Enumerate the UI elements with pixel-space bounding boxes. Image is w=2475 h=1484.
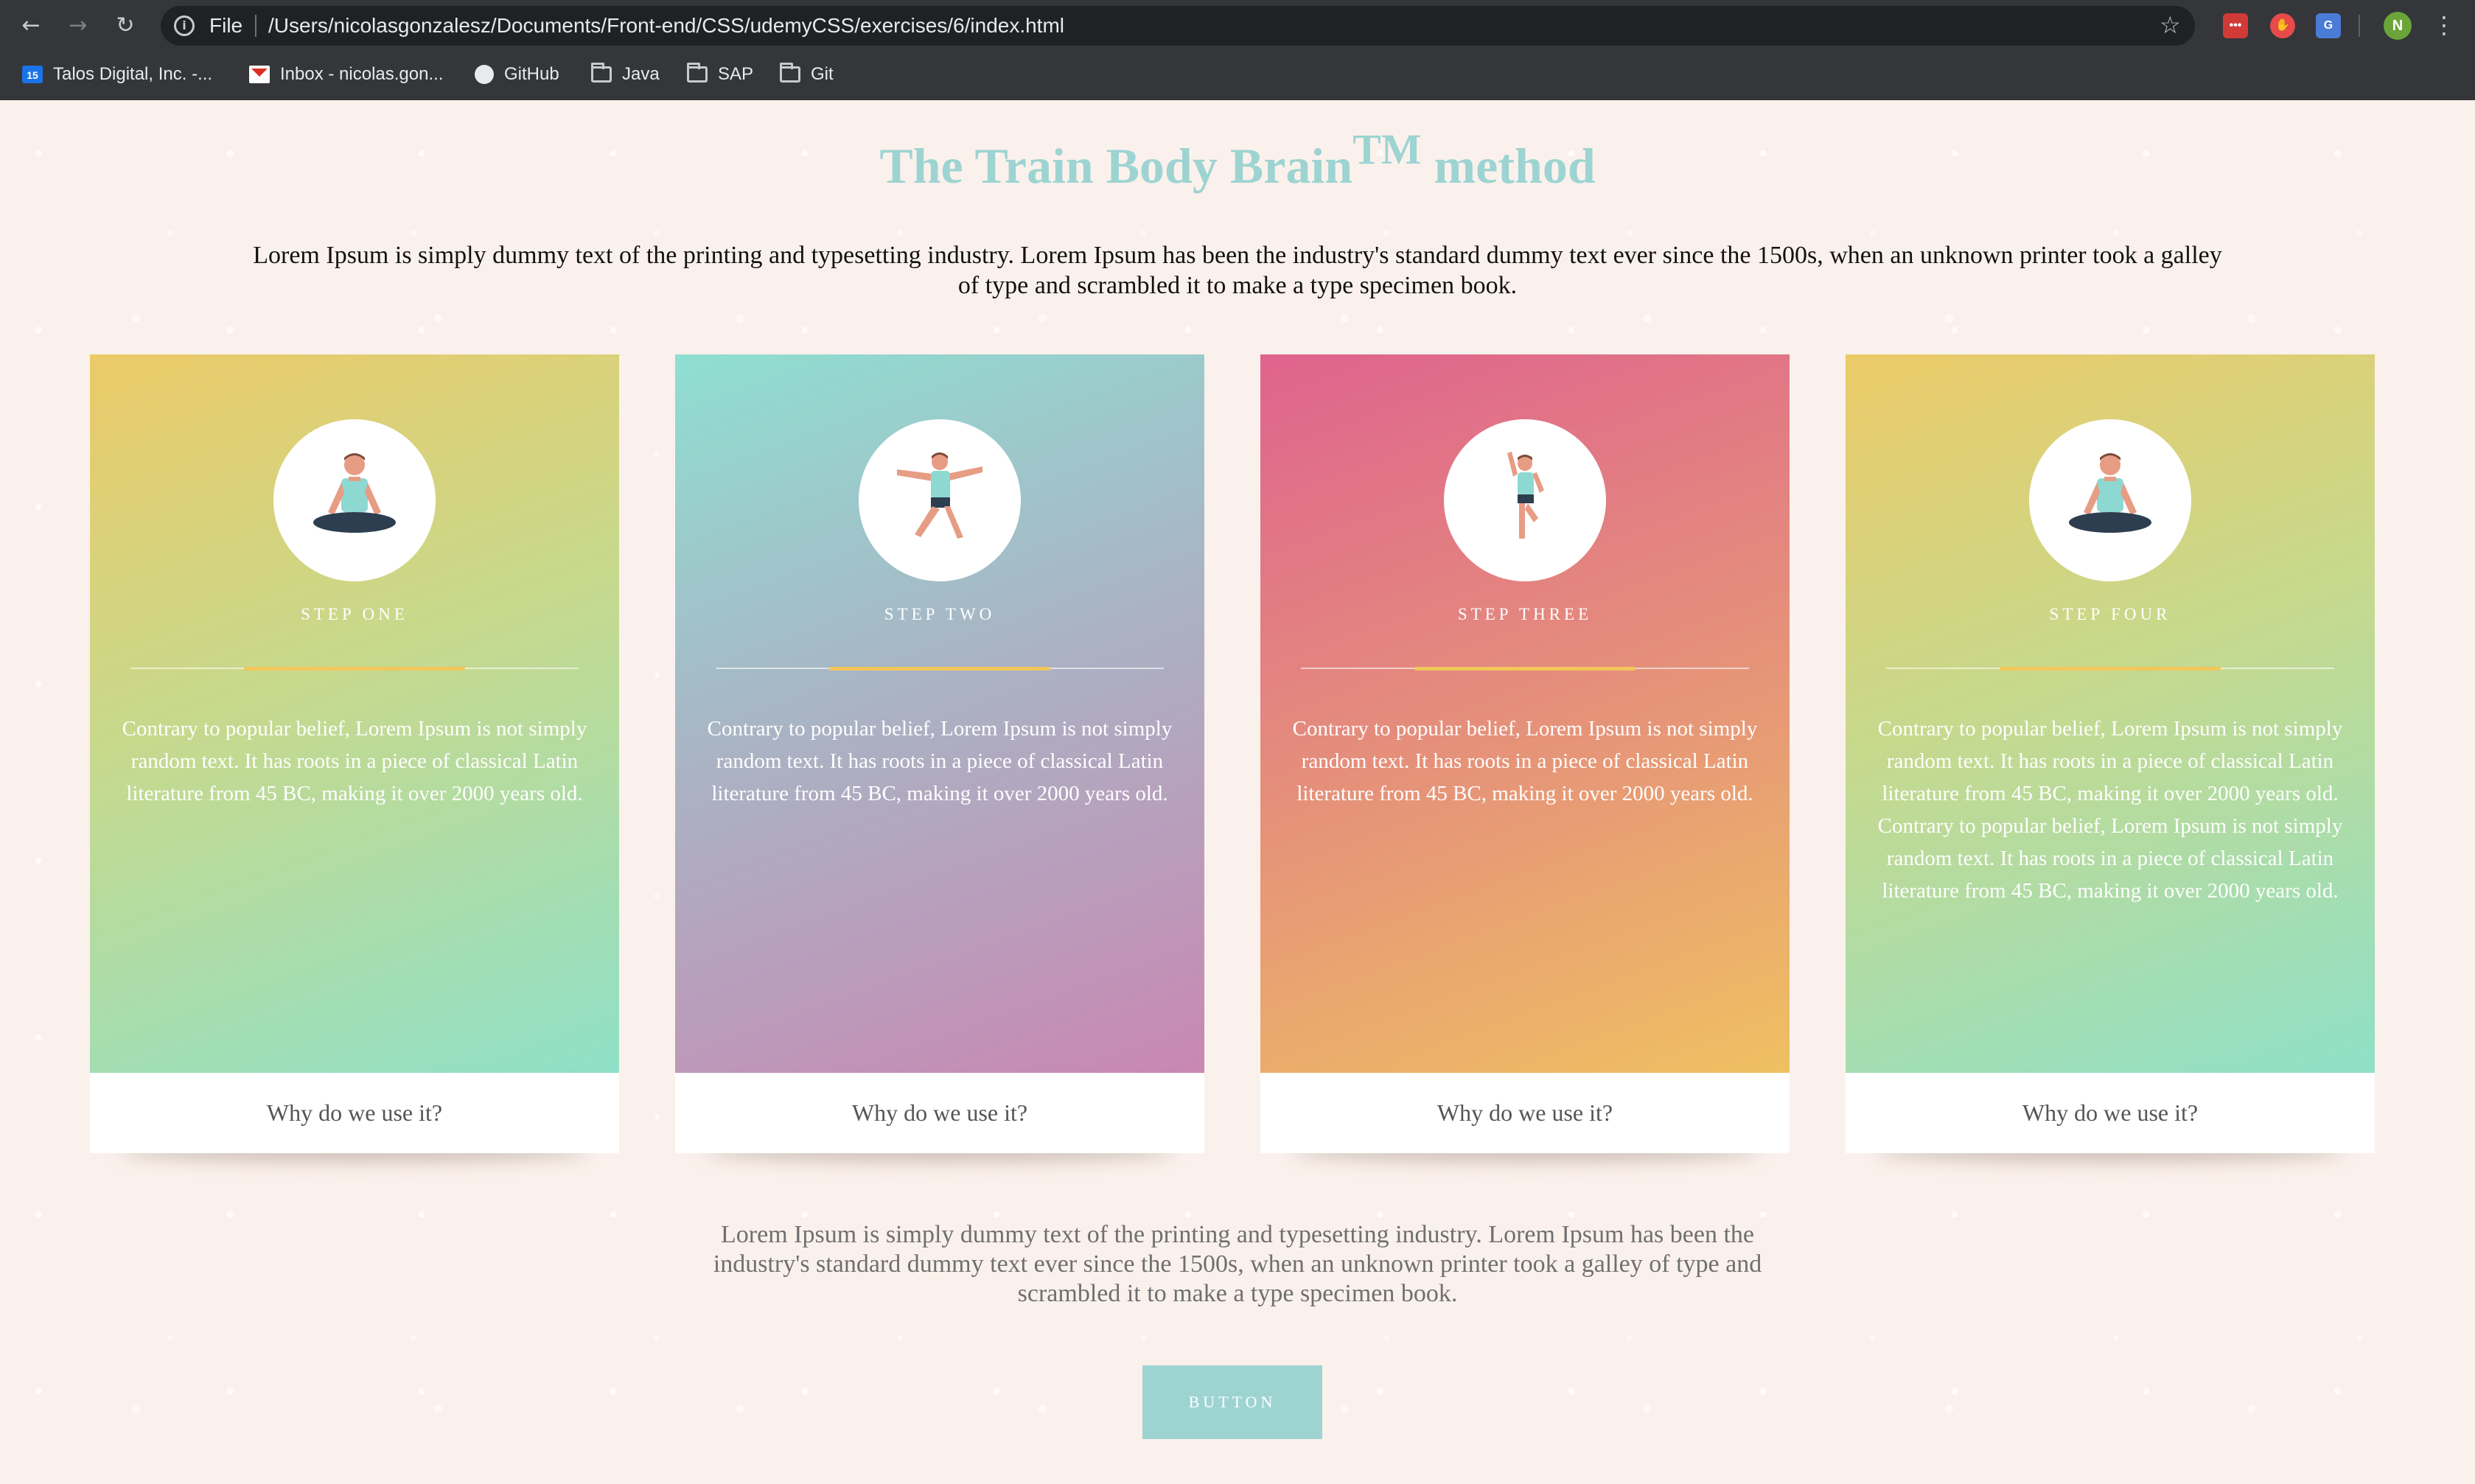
translate-extension-icon[interactable]: G: [2316, 13, 2341, 38]
card-body: STEP ONE Contrary to popular belief, Lor…: [90, 354, 619, 1073]
calendar-icon: 15: [22, 66, 43, 83]
bookmark-label: Talos Digital, Inc. -...: [53, 64, 213, 84]
card-description: Contrary to popular belief, Lorem Ipsum …: [707, 717, 1173, 805]
card-divider-accent: [2000, 667, 2221, 671]
card-description: Contrary to popular belief, Lorem Ipsum …: [1292, 717, 1758, 805]
profile-avatar[interactable]: N: [2384, 12, 2412, 40]
card-description: Contrary to popular belief, Lorem Ipsum …: [122, 717, 587, 805]
folder-icon: [780, 63, 800, 83]
step-label: STEP ONE: [301, 605, 408, 623]
forward-arrow-icon[interactable]: →: [65, 13, 91, 39]
card-footer-link[interactable]: Why do we use it?: [1260, 1073, 1790, 1153]
card-footer-link[interactable]: Why do we use it?: [90, 1073, 619, 1153]
step-card-three: STEP THREE Contrary to popular belief, L…: [1260, 354, 1790, 1162]
step-label: STEP THREE: [1457, 605, 1593, 623]
step-card-one: STEP ONE Contrary to popular belief, Lor…: [90, 354, 619, 1162]
card-footer-link[interactable]: Why do we use it?: [675, 1073, 1204, 1153]
toolbar-divider: [2359, 15, 2360, 37]
url-text[interactable]: /Users/nicolasgonzalesz/Documents/Front-…: [268, 14, 1064, 38]
stretch-pose-icon: [897, 452, 982, 539]
card-footer-link[interactable]: Why do we use it?: [1846, 1073, 2375, 1153]
folder-icon: [687, 63, 708, 83]
icon-badge: [2029, 419, 2191, 581]
folder-icon: [591, 63, 612, 83]
card-body: STEP FOUR Contrary to popular belief, Lo…: [1846, 354, 2375, 1073]
browser-menu-icon[interactable]: ⋮: [2432, 10, 2456, 40]
address-bar[interactable]: i File /Users/nicolasgonzalesz/Documents…: [161, 6, 2195, 46]
outro-paragraph: Lorem Ipsum is simply dummy text of the …: [713, 1221, 1762, 1307]
browser-chrome: ← → ↻ i File /Users/nicolasgonzalesz/Doc…: [0, 0, 2475, 100]
title-suffix: method: [1421, 138, 1596, 194]
lastpass-extension-icon[interactable]: •••: [2223, 13, 2248, 38]
bookmark-star-icon[interactable]: ☆: [2160, 12, 2181, 38]
adblock-extension-icon[interactable]: ✋: [2270, 13, 2295, 38]
icon-badge: [859, 419, 1021, 581]
bookmark-label: Java: [622, 64, 660, 84]
bookmark-sap[interactable]: SAP: [687, 59, 753, 90]
bookmark-label: Inbox - nicolas.gon...: [280, 64, 444, 84]
card-description: Contrary to popular belief, Lorem Ipsum …: [1877, 717, 2343, 903]
url-scheme-label: File: [209, 14, 243, 37]
reload-icon[interactable]: ↻: [112, 13, 139, 39]
browser-toolbar: ← → ↻ i File /Users/nicolasgonzalesz/Doc…: [0, 0, 2475, 52]
card-divider-accent: [1414, 667, 1636, 671]
page-content: The Train Body BrainTM method Lorem Ipsu…: [0, 100, 2475, 1484]
bookmark-label: Git: [811, 64, 834, 84]
back-arrow-icon[interactable]: ←: [18, 13, 44, 39]
trademark-sup: TM: [1352, 125, 1422, 173]
bookmark-github[interactable]: GitHub: [475, 59, 559, 90]
card-body: STEP THREE Contrary to popular belief, L…: [1260, 354, 1790, 1073]
step-label: STEP TWO: [884, 605, 996, 623]
card-body: STEP TWO Contrary to popular belief, Lor…: [675, 354, 1204, 1073]
cta-button[interactable]: BUTTON: [1142, 1365, 1322, 1439]
icon-badge: [1444, 419, 1606, 581]
jump-pose-icon: [1507, 452, 1544, 539]
bookmark-talos[interactable]: 15 Talos Digital, Inc. -...: [22, 59, 212, 90]
card-divider-accent: [829, 667, 1050, 671]
address-divider: [255, 15, 256, 37]
bookmark-inbox[interactable]: Inbox - nicolas.gon...: [249, 59, 443, 90]
bookmark-label: GitHub: [504, 64, 559, 84]
title-main: The Train Body Brain: [879, 138, 1353, 194]
bookmark-git[interactable]: Git: [780, 59, 834, 90]
github-icon: [475, 65, 494, 84]
meditation-pose-icon: [2069, 453, 2151, 533]
bookmark-java[interactable]: Java: [591, 59, 660, 90]
icon-badge: [273, 419, 436, 581]
meditation-pose-icon: [313, 453, 396, 533]
step-card-two: STEP TWO Contrary to popular belief, Lor…: [675, 354, 1204, 1162]
bookmark-label: SAP: [718, 64, 754, 84]
info-icon[interactable]: i: [174, 15, 195, 36]
step-card-four: STEP FOUR Contrary to popular belief, Lo…: [1846, 354, 2375, 1162]
bookmarks-bar: 15 Talos Digital, Inc. -... Inbox - nico…: [0, 59, 2475, 90]
step-label: STEP FOUR: [2049, 605, 2171, 623]
card-divider-accent: [244, 667, 465, 671]
intro-paragraph: Lorem Ipsum is simply dummy text of the …: [253, 242, 2222, 299]
gmail-icon: [249, 66, 270, 83]
page-title: The Train Body BrainTM method: [0, 128, 2475, 199]
